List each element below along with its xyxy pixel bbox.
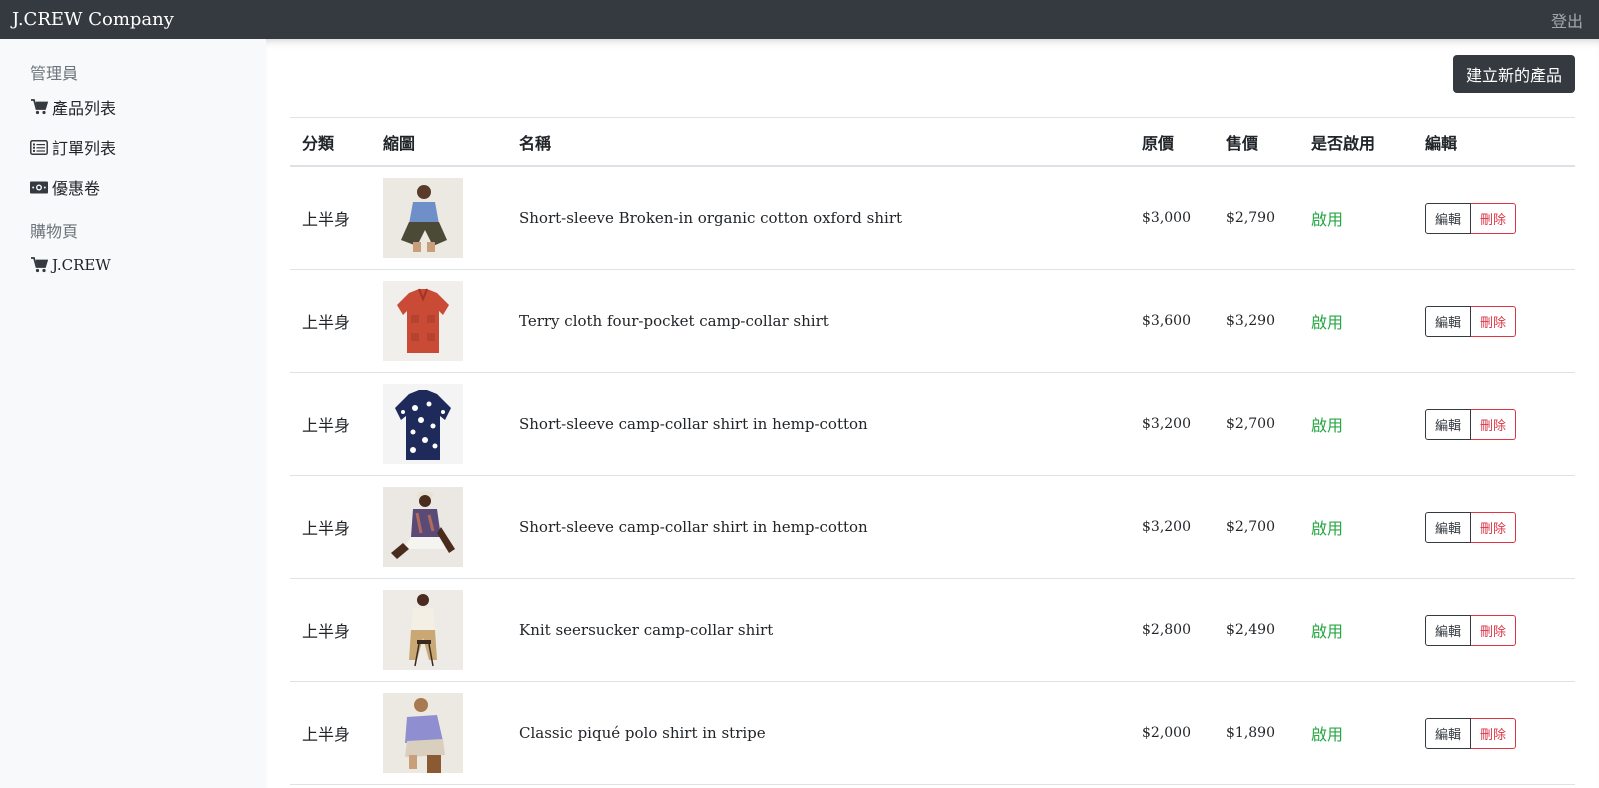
row-action-group: 編輯 刪除	[1425, 511, 1516, 543]
row-original-price: $2,800	[1142, 622, 1191, 638]
table-row: 上半身 Short-sleeve camp-collar shirt in he…	[290, 373, 1575, 476]
row-price: $3,290	[1226, 313, 1275, 329]
product-thumbnail-icon	[383, 693, 463, 773]
sidebar-item-products[interactable]: 產品列表	[0, 87, 266, 127]
column-header-category: 分類	[302, 133, 335, 153]
sidebar-item-label: 訂單列表	[52, 139, 117, 158]
row-category: 上半身	[302, 416, 351, 435]
list-icon	[30, 138, 48, 156]
table-row: 上半身 Knit seersucker camp-collar shirt $2…	[290, 579, 1575, 682]
row-category: 上半身	[302, 725, 351, 744]
sidebar-item-label: 優惠卷	[52, 179, 101, 198]
row-enabled-status: 啟用	[1311, 416, 1344, 435]
logout-link[interactable]: 登出	[1551, 8, 1583, 32]
row-name: Classic piqué polo shirt in stripe	[519, 724, 766, 742]
row-price: $2,790	[1226, 210, 1275, 226]
row-price: $2,700	[1226, 416, 1275, 432]
column-header-enabled: 是否啟用	[1311, 133, 1376, 153]
row-category: 上半身	[302, 519, 351, 538]
row-original-price: $2,000	[1142, 725, 1191, 741]
row-enabled-status: 啟用	[1311, 210, 1344, 229]
money-icon	[30, 178, 48, 196]
row-name: Short-sleeve Broken-in organic cotton ox…	[519, 209, 903, 227]
row-category: 上半身	[302, 313, 351, 332]
row-original-price: $3,000	[1142, 210, 1191, 226]
column-header-original-price: 原價	[1142, 133, 1175, 153]
product-thumbnail-icon	[383, 590, 463, 670]
row-action-group: 編輯 刪除	[1425, 305, 1516, 337]
row-enabled-status: 啟用	[1311, 313, 1344, 332]
delete-button[interactable]: 刪除	[1471, 717, 1516, 749]
edit-button[interactable]: 編輯	[1425, 202, 1471, 234]
delete-button[interactable]: 刪除	[1471, 305, 1516, 337]
delete-button[interactable]: 刪除	[1471, 511, 1516, 543]
row-enabled-status: 啟用	[1311, 519, 1344, 538]
row-name: Terry cloth four-pocket camp-collar shir…	[519, 312, 829, 330]
column-header-name: 名稱	[519, 133, 552, 153]
delete-button[interactable]: 刪除	[1471, 202, 1516, 234]
sidebar-item-jcrew[interactable]: J.CREW	[0, 245, 266, 285]
main-content: 建立新的產品 分類 縮圖 名稱 原價 售價 是否啟用 編輯 上半身 Short-…	[266, 39, 1599, 788]
sidebar-item-label: J.CREW	[52, 256, 111, 274]
row-original-price: $3,200	[1142, 519, 1191, 535]
top-navbar: J.CREW Company 登出	[0, 0, 1599, 39]
table-row: 上半身 Short-sleeve Broken-in organic cotto…	[290, 167, 1575, 270]
table-row: 上半身 Classic piqué polo shirt in stripe $…	[290, 682, 1575, 785]
table-row: 上半身 Short-sleeve camp-collar shirt in he…	[290, 476, 1575, 579]
sidebar-heading-shop: 購物頁	[30, 222, 79, 241]
sidebar-item-coupons[interactable]: 優惠卷	[0, 167, 266, 207]
row-action-group: 編輯 刪除	[1425, 717, 1516, 749]
product-thumbnail-icon	[383, 281, 463, 361]
row-name: Knit seersucker camp-collar shirt	[519, 621, 774, 639]
sidebar-item-label: 產品列表	[52, 99, 117, 118]
cart-icon	[30, 256, 48, 274]
create-product-button[interactable]: 建立新的產品	[1453, 55, 1575, 93]
sidebar-heading-admin: 管理員	[30, 64, 79, 83]
row-category: 上半身	[302, 210, 351, 229]
row-enabled-status: 啟用	[1311, 622, 1344, 641]
edit-button[interactable]: 編輯	[1425, 408, 1471, 440]
row-action-group: 編輯 刪除	[1425, 202, 1516, 234]
column-header-thumbnail: 縮圖	[383, 133, 416, 153]
row-price: $2,700	[1226, 519, 1275, 535]
row-category: 上半身	[302, 622, 351, 641]
brand-logo[interactable]: J.CREW Company	[12, 9, 174, 30]
edit-button[interactable]: 編輯	[1425, 717, 1471, 749]
edit-button[interactable]: 編輯	[1425, 511, 1471, 543]
row-price: $1,890	[1226, 725, 1275, 741]
edit-button[interactable]: 編輯	[1425, 305, 1471, 337]
row-name: Short-sleeve camp-collar shirt in hemp-c…	[519, 518, 868, 536]
row-action-group: 編輯 刪除	[1425, 408, 1516, 440]
product-thumbnail-icon	[383, 178, 463, 258]
column-header-price: 售價	[1226, 133, 1259, 153]
product-thumbnail-icon	[383, 384, 463, 464]
sidebar: 管理員 產品列表 訂單列表 優惠卷 購物頁 J.CREW	[0, 39, 266, 788]
column-header-edit: 編輯	[1425, 133, 1458, 153]
sidebar-item-orders[interactable]: 訂單列表	[0, 127, 266, 167]
product-table: 分類 縮圖 名稱 原價 售價 是否啟用 編輯 上半身 Short-sleeve …	[290, 117, 1575, 785]
table-row: 上半身 Terry cloth four-pocket camp-collar …	[290, 270, 1575, 373]
row-action-group: 編輯 刪除	[1425, 614, 1516, 646]
row-price: $2,490	[1226, 622, 1275, 638]
row-enabled-status: 啟用	[1311, 725, 1344, 744]
delete-button[interactable]: 刪除	[1471, 614, 1516, 646]
edit-button[interactable]: 編輯	[1425, 614, 1471, 646]
row-original-price: $3,200	[1142, 416, 1191, 432]
cart-icon	[30, 98, 48, 116]
row-original-price: $3,600	[1142, 313, 1191, 329]
row-name: Short-sleeve camp-collar shirt in hemp-c…	[519, 415, 868, 433]
table-header: 分類 縮圖 名稱 原價 售價 是否啟用 編輯	[290, 118, 1575, 167]
delete-button[interactable]: 刪除	[1471, 408, 1516, 440]
product-thumbnail-icon	[383, 487, 463, 567]
